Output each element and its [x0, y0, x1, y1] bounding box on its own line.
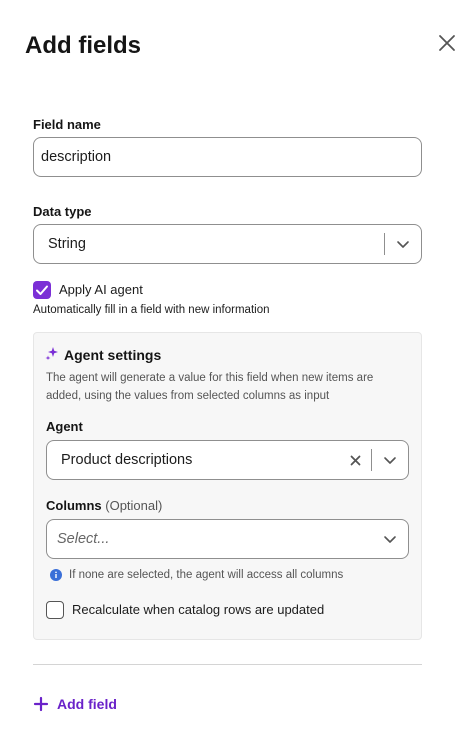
- agent-settings-description-line1: The agent will generate a value for this…: [46, 372, 374, 384]
- columns-optional-hint: (Optional): [105, 498, 163, 513]
- agent-value: Product descriptions: [61, 452, 193, 468]
- field-name-input[interactable]: [41, 149, 409, 165]
- agent-settings-description-line2: added, using the values from selected co…: [46, 390, 330, 402]
- agent-label: Agent: [46, 419, 83, 434]
- data-type-label: Data type: [33, 204, 92, 219]
- clear-icon[interactable]: [339, 455, 371, 466]
- recalculate-label: Recalculate when catalog rows are update…: [72, 602, 325, 617]
- data-type-select[interactable]: String: [33, 224, 422, 264]
- chevron-down-icon[interactable]: [372, 453, 408, 467]
- sparkle-icon: [45, 347, 58, 360]
- agent-select[interactable]: Product descriptions: [46, 440, 409, 480]
- info-icon: [50, 569, 62, 581]
- columns-info-text: If none are selected, the agent will acc…: [69, 569, 344, 581]
- field-name-label: Field name: [33, 117, 101, 132]
- chevron-down-icon[interactable]: [372, 532, 408, 546]
- page-title: Add fields: [25, 32, 142, 59]
- add-field-label: Add field: [57, 696, 117, 712]
- columns-label: Columns (Optional): [46, 498, 163, 513]
- plus-icon: [33, 696, 49, 712]
- section-divider: [33, 664, 422, 665]
- columns-select[interactable]: Select...: [46, 519, 409, 559]
- agent-settings-title: Agent settings: [64, 347, 162, 363]
- close-icon[interactable]: [437, 33, 457, 53]
- columns-placeholder: Select...: [57, 531, 110, 547]
- recalculate-checkbox[interactable]: [46, 601, 64, 619]
- checkmark-icon: [36, 285, 48, 295]
- apply-ai-agent-description: Automatically fill in a field with new i…: [33, 304, 270, 316]
- apply-ai-agent-label: Apply AI agent: [59, 282, 143, 297]
- apply-ai-agent-checkbox[interactable]: [33, 281, 51, 299]
- chevron-down-icon[interactable]: [385, 237, 421, 251]
- data-type-value: String: [48, 236, 86, 252]
- add-field-button[interactable]: Add field: [33, 696, 117, 712]
- field-name-input-wrapper[interactable]: [33, 137, 422, 177]
